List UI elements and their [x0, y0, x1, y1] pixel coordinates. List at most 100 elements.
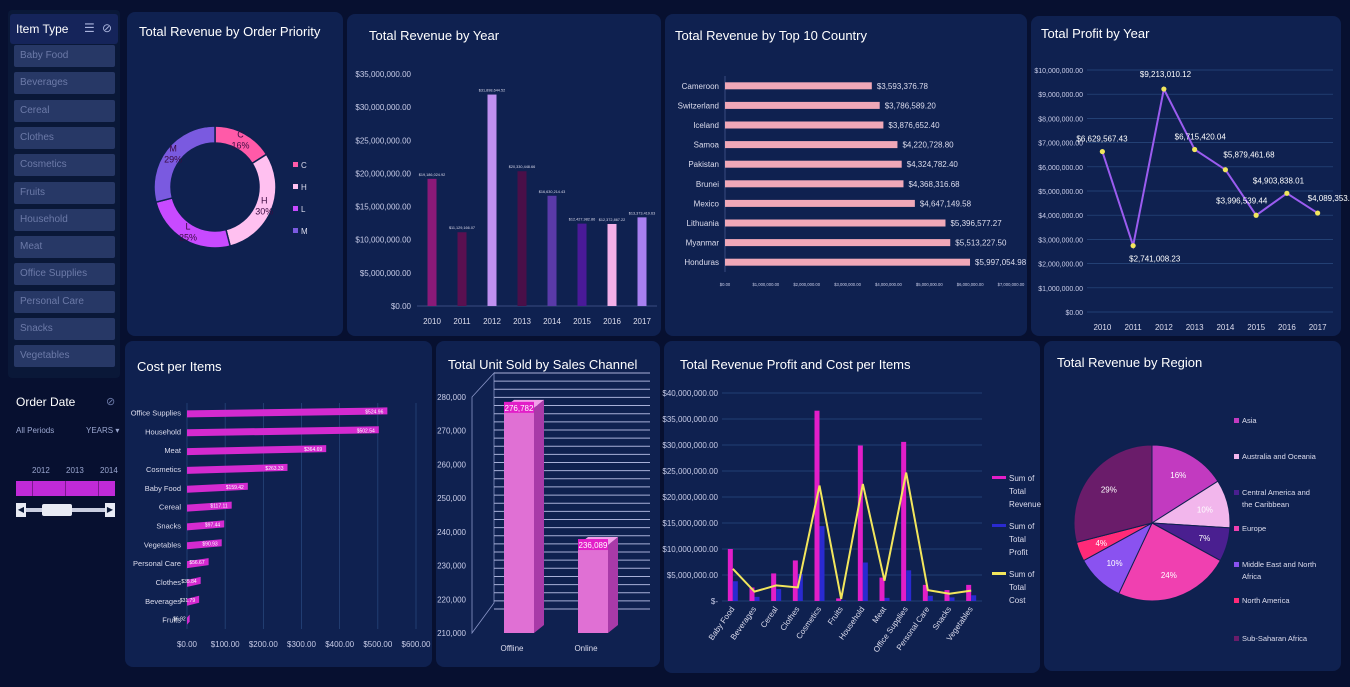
slicer-item[interactable]: Meat	[14, 236, 115, 259]
slicer-item[interactable]: Beverages	[14, 72, 115, 95]
bar-revenue	[901, 441, 907, 601]
bar	[637, 217, 647, 306]
multi-select-icon[interactable]: ☰	[84, 21, 95, 35]
x-tick-label: 2013	[513, 317, 531, 326]
x-tick-label: 2017	[1309, 323, 1327, 332]
panel-profit-year: Total Profit by Year $0.00 $1,000,000.00 $…	[1031, 16, 1350, 336]
timeline-divider	[32, 481, 33, 496]
series-line-cost	[732, 472, 972, 600]
legend-label: H	[301, 183, 307, 192]
timeline-year-label: 2012	[32, 466, 50, 475]
y-tick-label: $25,000,000.00	[355, 136, 411, 145]
x-tick-label: 2013	[1186, 323, 1204, 332]
y-tick-label: 260,000	[437, 460, 466, 469]
slice-label: C	[237, 130, 244, 140]
data-label: $20,330,448.66	[509, 165, 535, 169]
y-tick-label: Household	[145, 427, 181, 436]
timeline-scrollbar[interactable]: ◀ ▶	[16, 503, 115, 517]
y-tick-label: Switzerland	[678, 101, 719, 110]
x-tick-label: 2012	[483, 317, 501, 326]
bar	[427, 178, 437, 306]
y-tick-label: Beverages	[145, 597, 181, 606]
x-tick-label: 2015	[573, 317, 591, 326]
bar-profit	[884, 597, 890, 601]
timeline-year-label: 2014	[100, 466, 118, 475]
donut-slice	[225, 153, 277, 247]
data-label: $4,220,728.80	[902, 141, 954, 150]
data-label: $364.69	[304, 447, 322, 453]
x-tick-label: 2016	[1278, 323, 1296, 332]
slicer-item[interactable]: Vegetables	[14, 345, 115, 368]
y-tick-label: Meat	[164, 446, 182, 455]
bar	[725, 121, 884, 129]
data-label: $3,876,652.40	[888, 121, 940, 130]
slicer-item[interactable]: Clothes	[14, 126, 115, 149]
bar-profit	[862, 562, 868, 601]
slice-pct: 29%	[164, 155, 182, 165]
slicer-item[interactable]: Office Supplies	[14, 263, 115, 286]
y-tick-label: $20,000,000.00	[662, 493, 718, 502]
bar-chart: $0.00 $5,000,000.00 $10,000,000.00 $15,000,…	[355, 70, 657, 326]
slicer-item[interactable]: Cosmetics	[14, 154, 115, 177]
data-label: $3,593,376.78	[877, 82, 929, 91]
panel-cost-items: Cost per Items $0.00 $100.00 $200.00 $300.0…	[125, 341, 432, 667]
y-tick-label: $40,000,000.00	[662, 389, 718, 398]
y-tick-label: $10,000,000.00	[1034, 68, 1083, 75]
timeline-selection-bar[interactable]	[16, 481, 115, 496]
data-point	[1253, 212, 1259, 218]
clear-filter-icon[interactable]: ⊘	[102, 21, 112, 35]
y-tick-label: $8,000,000.00	[1038, 116, 1083, 123]
legend-label: Europe	[1242, 524, 1266, 533]
x-tick-label: 2010	[423, 317, 441, 326]
y-tick-label: Samoa	[694, 141, 720, 150]
slicer-item[interactable]: Baby Food	[14, 45, 115, 67]
slicer-item[interactable]: Household	[14, 208, 115, 231]
data-label: $502.54	[357, 428, 375, 434]
time-level-dropdown[interactable]: YEARS ▾	[86, 426, 119, 435]
side-wall	[471, 371, 495, 635]
y-tick-label: 280,000	[437, 393, 466, 402]
y-tick-label: Baby Food	[145, 484, 181, 493]
y-tick-label: $15,000,000.00	[355, 203, 411, 212]
y-tick-label: $3,000,000.00	[1038, 237, 1083, 244]
slicer-item[interactable]: Snacks	[14, 318, 115, 340]
y-tick-label: $10,000,000.00	[355, 236, 411, 245]
x-tick-label: $1,000,000.00	[752, 282, 779, 287]
data-label: $12,427,982.86	[569, 218, 595, 222]
x-tick-label: $600.00	[402, 640, 431, 649]
slicer-item[interactable]: Personal Care	[14, 290, 115, 313]
combo-chart: $- $5,000,000.00 $10,000,000.00 $15,000,000…	[662, 389, 1041, 654]
data-label: $3,996,539.44	[1216, 196, 1268, 205]
y-tick-label: $1,000,000.00	[1038, 286, 1083, 293]
legend-label: Asia	[1242, 416, 1257, 425]
bar-profit	[906, 570, 912, 601]
bar	[725, 160, 902, 168]
clear-filter-icon[interactable]: ⊘	[106, 395, 115, 408]
slice-pct: 16%	[1170, 471, 1186, 480]
slicer-item[interactable]: Cereal	[14, 99, 115, 122]
data-label: $12,372,867.22	[599, 218, 625, 222]
x-tick-label: $100.00	[211, 640, 240, 649]
slicer-item[interactable]: Fruits	[14, 181, 115, 204]
data-label: $524.96	[365, 409, 383, 415]
legend-label: Total	[1009, 583, 1026, 592]
legend-swatch	[992, 572, 1006, 575]
pie-chart: 16% Asia 10% Australia and Oceania 7% Central…	[1073, 416, 1317, 643]
data-point	[1284, 190, 1290, 196]
scroll-left-icon[interactable]: ◀	[16, 503, 26, 517]
hbar-chart: $0.00 $100.00 $200.00 $300.00 $400.00 $500.00…	[131, 403, 431, 649]
x-tick-label: Offline	[501, 644, 525, 653]
y-tick-label: $35,000,000.00	[662, 415, 718, 424]
y-tick-label: $15,000,000.00	[662, 519, 718, 528]
legend-swatch	[992, 524, 1006, 527]
scroll-right-icon[interactable]: ▶	[105, 503, 115, 517]
scroll-thumb[interactable]	[42, 504, 72, 516]
x-tick-label: Snacks	[931, 605, 953, 632]
y-tick-label: $0.00	[1065, 310, 1083, 317]
legend-swatch	[992, 476, 1006, 479]
bar-profit	[927, 595, 933, 601]
x-tick-label: 2016	[603, 317, 621, 326]
legend-label: Total	[1009, 535, 1026, 544]
data-label: $2,741,008.23	[1129, 255, 1181, 264]
data-label: 236,089	[579, 541, 608, 550]
